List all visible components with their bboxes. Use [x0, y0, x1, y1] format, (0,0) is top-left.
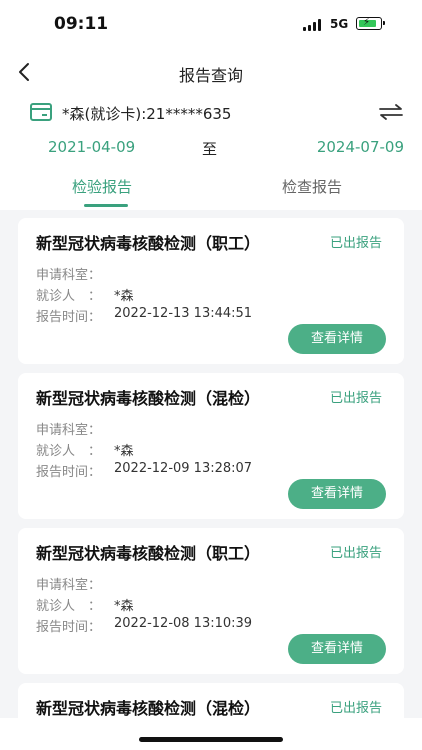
- patient-value: *森: [114, 599, 134, 614]
- report-title: 新型冠状病毒核酸检测（混检）: [36, 699, 261, 718]
- report-status: 已出报告: [329, 546, 382, 561]
- signal-icon: [303, 19, 323, 31]
- time-value: 2022-12-08 13:10:39: [114, 616, 253, 631]
- patient-label: 就诊人 ：: [36, 289, 102, 304]
- report-status: 已出报告: [329, 701, 382, 716]
- dept-label: 申请科室：: [36, 423, 102, 438]
- patient-label: 就诊人 ：: [36, 444, 102, 459]
- time-label: 报告时间：: [36, 620, 102, 635]
- report-card: 新型冠状病毒核酸检测（职工） 已出报告 申请科室： 就诊人 ： *森 报告时间： 2…: [18, 218, 404, 364]
- tab-active-indicator: [84, 204, 128, 207]
- patient-value: *森: [114, 444, 134, 459]
- time-row: 报告时间： 2022-12-09 13:28:07: [36, 461, 252, 480]
- time-value: 2022-12-09 13:28:07: [114, 461, 253, 476]
- report-title: 新型冠状病毒核酸检测（职工）: [36, 234, 261, 253]
- patient-card-label: *森(就诊卡):21*****635: [62, 105, 232, 123]
- date-range-bar: 2021-04-09 至 2024-07-09: [0, 128, 422, 166]
- time-value: 2022-12-13 13:44:51: [114, 306, 253, 321]
- bottom-safe-area: [0, 718, 422, 750]
- tab-exam-report[interactable]: 检查报告: [282, 176, 342, 197]
- report-status: 已出报告: [329, 391, 382, 406]
- start-date-picker[interactable]: 2021-04-09: [48, 138, 135, 156]
- patient-row: 就诊人 ： *森: [36, 440, 134, 459]
- battery-icon: ⚡: [356, 17, 385, 30]
- view-detail-button[interactable]: 查看详情: [288, 479, 386, 509]
- patient-value: *森: [114, 289, 134, 304]
- time-row: 报告时间： 2022-12-08 13:10:39: [36, 616, 252, 635]
- report-title: 新型冠状病毒核酸检测（职工）: [36, 544, 261, 563]
- home-indicator: [139, 737, 283, 742]
- dept-row: 申请科室：: [36, 419, 101, 438]
- status-time: 09:11: [54, 14, 109, 34]
- patient-label: 就诊人 ：: [36, 599, 102, 614]
- view-detail-button[interactable]: 查看详情: [288, 324, 386, 354]
- view-detail-button[interactable]: 查看详情: [288, 634, 386, 664]
- patient-row: 就诊人 ： *森: [36, 595, 134, 614]
- patient-bar: *森(就诊卡):21*****635: [0, 96, 422, 128]
- dept-row: 申请科室：: [36, 574, 101, 593]
- dept-label: 申请科室：: [36, 268, 102, 283]
- time-label: 报告时间：: [36, 465, 102, 480]
- report-card: 新型冠状病毒核酸检测（职工） 已出报告 申请科室： 就诊人 ： *森 报告时间： 2…: [18, 528, 404, 674]
- status-bar: 09:11 5G ⚡: [0, 0, 422, 48]
- dept-label: 申请科室：: [36, 578, 102, 593]
- page-title: 报告查询: [178, 66, 243, 85]
- network-label: 5G: [330, 17, 349, 31]
- end-date-picker[interactable]: 2024-07-09: [317, 138, 404, 156]
- card-icon: [30, 103, 52, 121]
- tab-lab-report[interactable]: 检验报告: [72, 176, 132, 197]
- back-button[interactable]: [10, 56, 42, 88]
- dept-row: 申请科室：: [36, 264, 101, 283]
- switch-patient-button[interactable]: [378, 102, 404, 122]
- report-status: 已出报告: [329, 236, 382, 251]
- nav-bar: 报告查询: [0, 48, 422, 96]
- swap-icon: [379, 104, 403, 120]
- report-title: 新型冠状病毒核酸检测（混检）: [36, 389, 261, 408]
- chevron-left-icon: [19, 63, 29, 81]
- time-row: 报告时间： 2022-12-13 13:44:51: [36, 306, 252, 325]
- date-separator: 至: [202, 140, 218, 158]
- report-card: 新型冠状病毒核酸检测（混检） 已出报告 申请科室： 就诊人 ： *森 报告时间： 2…: [18, 373, 404, 519]
- patient-row: 就诊人 ： *森: [36, 285, 134, 304]
- report-tabs: 检验报告 检查报告: [0, 166, 422, 210]
- time-label: 报告时间：: [36, 310, 102, 325]
